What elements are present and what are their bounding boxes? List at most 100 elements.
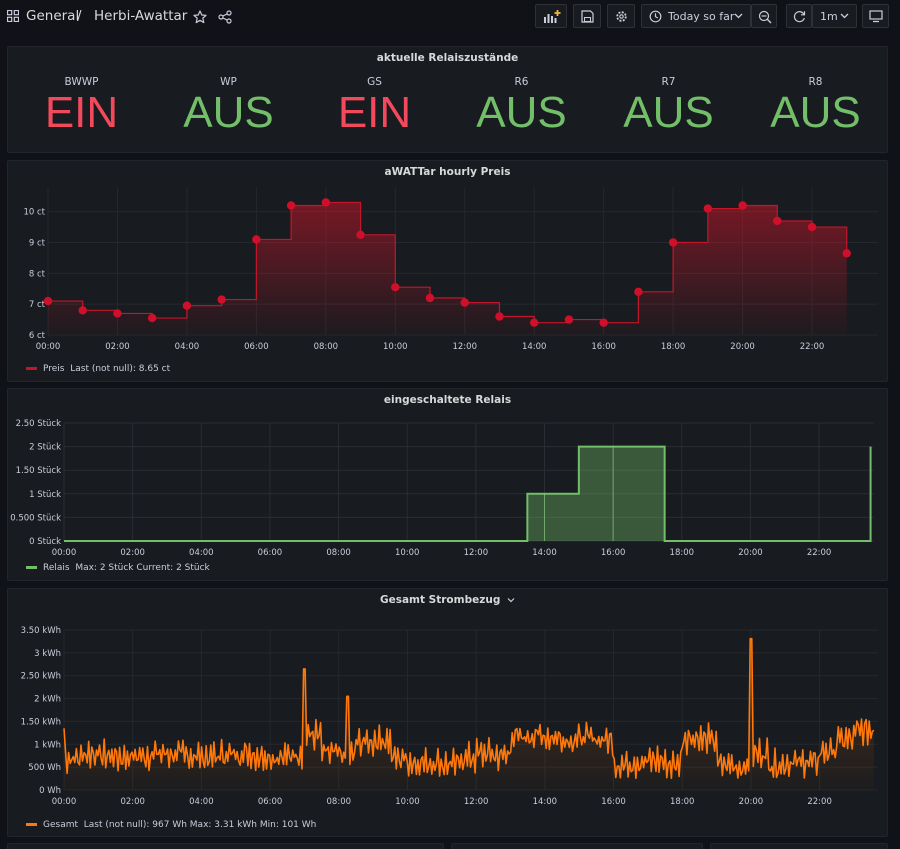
x-tick-label: 04:00 [175,342,200,352]
price-point [807,222,817,232]
refresh-interval-picker[interactable]: 1m [812,4,857,28]
power-panel: Gesamt Strombezug 00:00 02:00 04:00 06:00 08… [7,588,888,837]
price-point [286,201,296,210]
star-icon[interactable] [193,10,207,24]
x-tick-label: 00:00 [52,797,77,807]
bottom-panel [7,843,444,849]
relay-status-panel: aktuelle Relaiszustände BWWP EIN WP AUS … [7,46,888,153]
y-tick-label: 7 ct [29,300,46,310]
price-panel: aWATTar hourly Preis 00:00 02:00 04:00 06:0… [7,160,888,382]
price-point [668,238,678,247]
price-point [599,318,608,327]
price-point [703,204,713,213]
y-tick-label: 1.50 kWh [21,717,61,727]
refresh-button[interactable] [786,4,812,28]
breadcrumb-separator: / [77,8,82,24]
add-panel-button[interactable] [535,4,567,28]
price-point [738,201,747,210]
x-tick-label: 02:00 [120,797,145,807]
chevron-down-icon [734,13,743,19]
y-tick-label: 2.50 Stück [16,419,61,429]
price-point [564,315,574,324]
price-area [48,202,847,335]
tv-mode-button[interactable] [862,4,889,28]
x-tick-label: 20:00 [738,548,763,558]
x-tick-label: 10:00 [383,342,408,352]
stat-wp: WP AUS [155,75,302,137]
legend-stats: Last (not null): 967 Wh Max: 3.31 kWh Mi… [83,820,317,830]
dashboard-navbar: General / Herbi-Awattar Today so far 1m [0,0,900,34]
price-point [356,230,365,239]
relais-panel: eingeschaltete Relais 00:00 02:00 04:00 06:… [7,388,888,581]
power-chart[interactable]: 00:00 02:00 04:00 06:00 08:00 10:00 12:00 14:00… [8,589,889,838]
zoom-out-icon [758,10,772,24]
stat-name: BWWP [64,76,99,88]
apps-grid-icon[interactable] [7,10,19,22]
x-tick-label: 02:00 [105,342,130,352]
y-tick-label: 0 Wh [39,786,61,796]
x-tick-label: 22:00 [807,797,832,807]
y-tick-label: 10 ct [23,208,45,218]
x-tick-label: 08:00 [326,548,351,558]
zoom-out-button[interactable] [751,4,777,28]
price-point [147,313,157,323]
x-tick-label: 12:00 [464,548,489,558]
y-tick-label: 9 ct [29,239,46,249]
price-point [529,318,539,327]
x-tick-label: 12:00 [452,342,477,352]
x-tick-label: 08:00 [327,797,352,807]
time-range-label: Today so far [668,10,735,23]
chart-legend[interactable]: Gesamt Last (not null): 967 Wh Max: 3.31… [26,820,316,830]
x-tick-label: 10:00 [395,548,420,558]
x-tick-label: 14:00 [532,548,557,558]
bottom-panel [710,843,888,849]
save-dashboard-button[interactable] [573,4,601,28]
stat-name: WP [220,76,237,88]
stat-value: AUS [476,88,567,137]
stat-value: EIN [44,88,119,137]
x-tick-label: 08:00 [314,342,339,352]
share-icon[interactable] [218,10,232,24]
stat-name: R7 [661,76,676,88]
chart-legend[interactable]: Preis Last (not null): 8.65 ct [26,364,170,374]
relais-chart[interactable]: 00:00 02:00 04:00 06:00 08:00 10:00 12:00 14:00… [8,389,889,582]
price-point [495,312,504,321]
x-tick-label: 20:00 [730,342,755,352]
x-tick-label: 18:00 [670,797,695,807]
gear-icon [616,11,627,22]
stat-gs: GS EIN [301,75,448,137]
stat-value: EIN [337,88,412,137]
add-panel-icon [544,10,561,23]
refresh-icon [793,11,806,23]
x-tick-label: 16:00 [601,548,626,558]
legend-series-name: Gesamt [43,820,79,830]
y-tick-label: 1.50 Stück [16,466,61,476]
breadcrumb-folder[interactable]: General [26,8,79,24]
y-tick-label: 2 kWh [34,695,61,705]
chart-legend[interactable]: Relais Max: 2 Stück Current: 2 Stück [26,563,210,573]
price-point [425,293,435,303]
stat-r8: R8 AUS [742,75,889,137]
y-tick-label: 1 Stück [29,490,61,500]
x-tick-label: 06:00 [244,342,269,352]
dashboard-settings-button[interactable] [607,4,635,28]
price-point [842,249,851,258]
x-tick-label: 00:00 [36,342,61,352]
price-point [252,235,261,244]
x-tick-label: 16:00 [601,797,626,807]
price-point [182,301,192,310]
y-tick-label: 3.50 kWh [21,626,61,636]
price-chart[interactable]: 00:00 02:00 04:00 06:00 08:00 10:00 12:00 14:00… [8,161,889,383]
x-tick-label: 06:00 [258,797,283,807]
price-point [43,296,53,306]
x-tick-label: 12:00 [464,797,489,807]
price-point [773,216,782,226]
x-tick-label: 00:00 [52,548,77,558]
legend-swatch [26,566,37,569]
x-tick-label: 22:00 [807,548,832,558]
panel-title[interactable]: aktuelle Relaiszustände [8,52,887,64]
x-tick-label: 18:00 [670,548,695,558]
legend-stats: Last (not null): 8.65 ct [70,364,171,374]
breadcrumb-dashboard[interactable]: Herbi-Awattar [94,8,187,24]
time-range-picker[interactable]: Today so far [641,4,751,28]
